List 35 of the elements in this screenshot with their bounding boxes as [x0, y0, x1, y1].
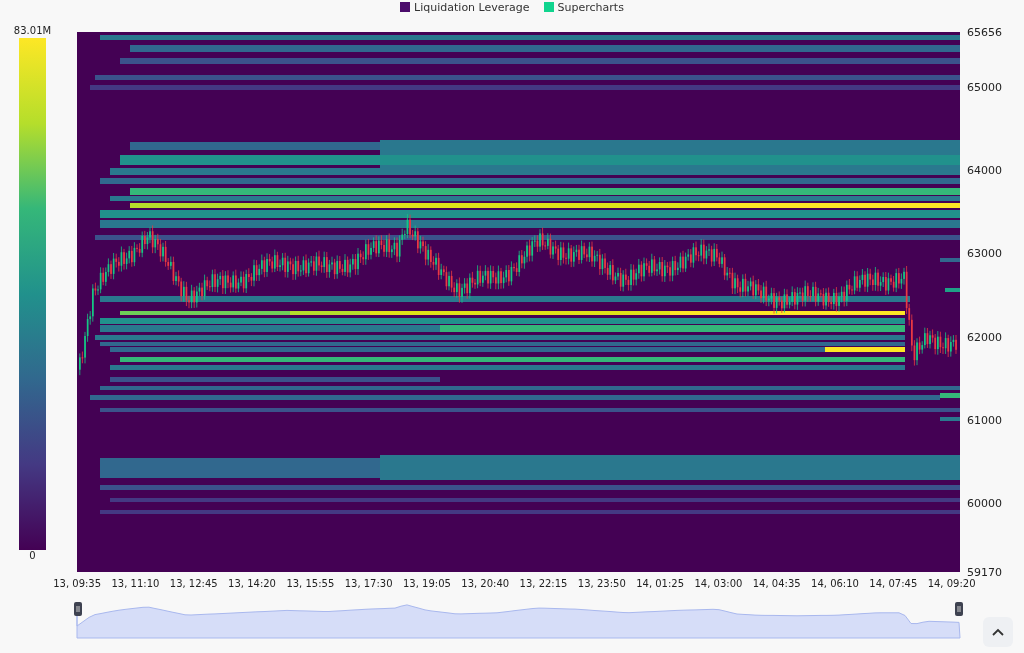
x-axis-label: 13, 17:30 [343, 578, 394, 591]
scroll-up-button[interactable] [983, 617, 1013, 647]
x-axis-label: 13, 11:10 [110, 578, 161, 591]
legend-label[interactable]: Liquidation Leverage [414, 0, 530, 14]
handle-icon[interactable] [74, 602, 82, 616]
heatmap-band [945, 288, 960, 292]
y-axis-label: 61000 [967, 413, 1002, 427]
y-axis-label: 64000 [967, 163, 1002, 177]
handle-icon[interactable] [955, 602, 963, 616]
y-axis-label: 65000 [967, 80, 1002, 94]
heatmap-band [940, 258, 960, 262]
y-axis-label: 65656 [967, 25, 1002, 39]
heatmap-band [940, 417, 960, 421]
x-axis-label: 13, 20:40 [460, 578, 511, 591]
x-axis-label: 14, 06:10 [810, 578, 860, 591]
x-axis-label: 14, 07:45 [868, 578, 919, 591]
y-axis-label: 62000 [967, 330, 1002, 344]
y-axis-label: 59170 [967, 565, 1002, 579]
x-axis-label: 14, 01:25 [635, 578, 686, 591]
x-axis-label: 13, 23:50 [576, 578, 627, 591]
chevron-up-icon [992, 628, 1004, 636]
x-axis-label: 14, 09:20 [926, 578, 977, 591]
x-axis-label: 13, 15:55 [285, 578, 336, 591]
x-axis-label: 13, 19:05 [401, 578, 452, 591]
y-axis-label: 60000 [967, 496, 1002, 510]
x-axis-label: 13, 22:15 [518, 578, 569, 591]
scale-max-label: 83.01M [13, 25, 52, 38]
scale-min-label: 0 [29, 550, 36, 563]
x-axis-label: 13, 14:20 [227, 578, 277, 591]
x-axis-label: 14, 04:35 [751, 578, 802, 591]
legend-label[interactable]: Supercharts [557, 0, 624, 14]
x-axis-label: 14, 03:00 [693, 578, 744, 591]
y-axis-label: 63000 [967, 246, 1002, 260]
x-axis-label: 13, 09:35 [52, 578, 103, 591]
x-axis-label: 13, 12:45 [168, 578, 219, 591]
